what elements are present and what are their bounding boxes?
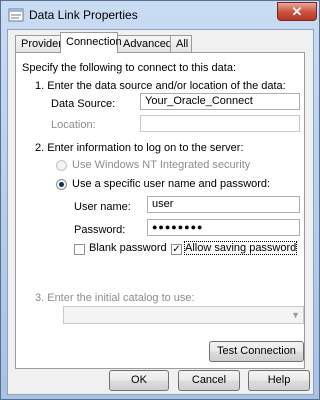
nt-security-label: Use Windows NT Integrated security xyxy=(72,159,251,171)
ok-button[interactable]: OK xyxy=(109,370,169,391)
cancel-button[interactable]: Cancel xyxy=(178,370,240,391)
close-button[interactable]: ✕ xyxy=(277,2,317,21)
username-label: User name: xyxy=(74,201,131,213)
specific-user-label: Use a specific user name and password: xyxy=(72,178,271,190)
title-bar: Data Link Properties ✕ xyxy=(1,1,319,29)
tab-advanced-label: Advanced xyxy=(123,38,172,50)
password-label: Password: xyxy=(74,224,126,236)
data-link-properties-window: Data Link Properties ✕ Provider Connecti… xyxy=(0,0,320,400)
blank-password-label: Blank password xyxy=(89,242,167,254)
allow-saving-label: Allow saving password xyxy=(183,241,298,255)
checkmark-icon: ✓ xyxy=(172,244,181,255)
step1-label: 1. Enter the data source and/or location… xyxy=(35,80,286,92)
tab-provider[interactable]: Provider xyxy=(15,35,62,52)
location-label: Location: xyxy=(51,119,96,131)
data-source-label: Data Source: xyxy=(51,98,116,110)
password-field[interactable]: ●●●●●●●● xyxy=(147,219,300,236)
nt-security-radio[interactable] xyxy=(56,160,67,171)
tab-all-label: All xyxy=(176,38,189,50)
step2-label: 2. Enter information to log on to the se… xyxy=(35,142,244,154)
test-connection-button[interactable]: Test Connection xyxy=(209,341,304,362)
username-field[interactable]: user xyxy=(147,196,300,213)
initial-catalog-combo[interactable]: ▼ xyxy=(63,306,304,324)
tab-connection-label: Connection xyxy=(66,36,122,48)
tab-all[interactable]: All xyxy=(170,35,192,52)
step3-label: 3. Enter the initial catalog to use: xyxy=(35,292,195,304)
tab-provider-label: Provider xyxy=(21,38,62,50)
dialog-body: Provider Connection Advanced All Specify… xyxy=(7,29,314,395)
connection-tab-panel: Specify the following to connect to this… xyxy=(15,52,305,369)
data-link-icon xyxy=(8,8,24,22)
chevron-down-icon: ▼ xyxy=(291,310,300,320)
window-title: Data Link Properties xyxy=(29,8,138,22)
specific-user-radio[interactable] xyxy=(56,179,67,190)
intro-text: Specify the following to connect to this… xyxy=(22,62,237,74)
help-button[interactable]: Help xyxy=(248,370,310,391)
allow-saving-checkbox[interactable]: ✓ xyxy=(171,244,182,255)
tab-connection[interactable]: Connection xyxy=(60,32,122,53)
location-field[interactable] xyxy=(140,115,300,132)
blank-password-checkbox[interactable] xyxy=(74,244,85,255)
close-icon: ✕ xyxy=(291,4,303,19)
data-source-field[interactable]: Your_Oracle_Connect xyxy=(140,93,300,110)
tab-advanced[interactable]: Advanced xyxy=(117,35,172,52)
